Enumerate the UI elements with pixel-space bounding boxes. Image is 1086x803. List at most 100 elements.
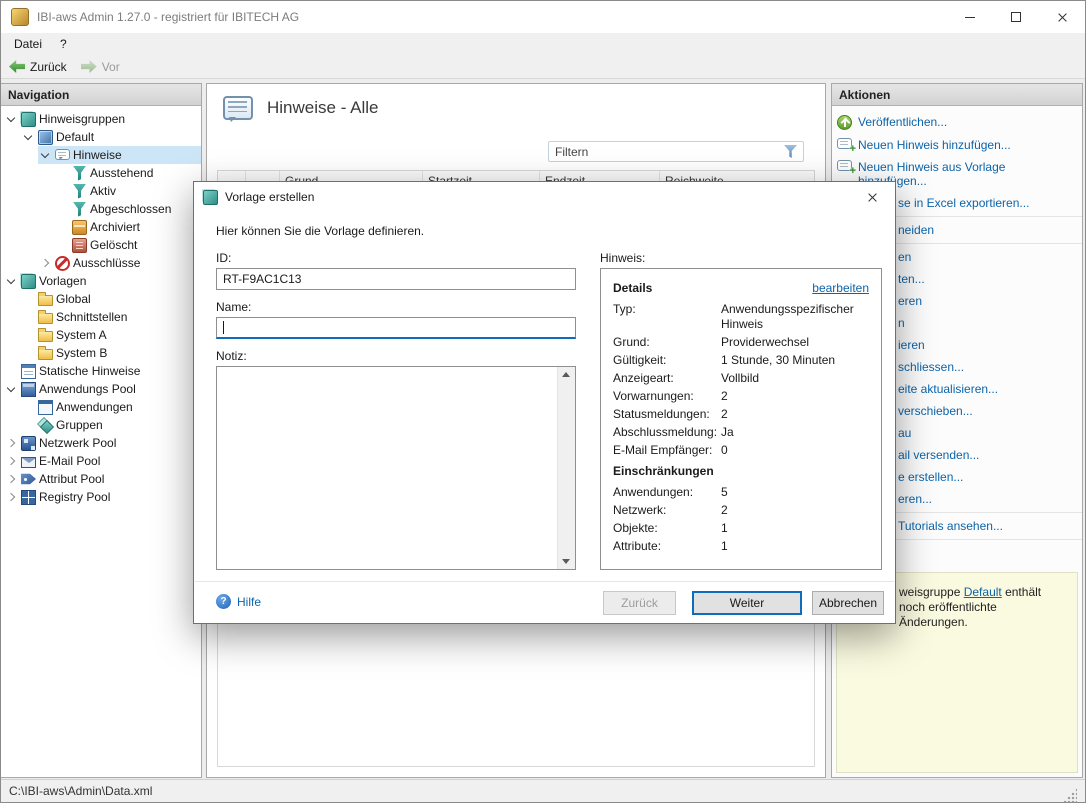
tree-item-inner: Vorlagen [4,272,201,290]
tree-item[interactable]: E-Mail Pool [1,452,201,470]
tree-item[interactable]: Schnittstellen [1,308,201,326]
chevron-icon[interactable] [55,220,69,234]
filter-funnel-icon[interactable] [784,145,797,158]
pool-icon [21,382,36,397]
chevron-right-icon[interactable] [4,436,18,450]
forward-button[interactable]: Vor [81,60,120,74]
bubble-icon [55,149,70,160]
tree-item-label: Default [56,130,94,144]
tree-item-inner: Default [21,128,201,146]
tree-item[interactable]: System B [1,344,201,362]
restriction-row-value: 5 [721,485,869,500]
tree-item-inner: Anwendungen [21,398,201,416]
note-default-link[interactable]: Default [964,585,1002,599]
back-button[interactable]: Zurück [9,60,67,74]
tree-item[interactable]: Anwendungen [1,398,201,416]
menu-help[interactable]: ? [51,34,76,54]
tree-item-label: Schnittstellen [56,310,127,324]
filter-input[interactable]: Filtern [548,141,804,162]
tree-item[interactable]: Hinweise [1,146,201,164]
action-link-partial-label: eren... [898,492,932,506]
chevron-down-icon[interactable] [4,274,18,288]
scroll-up-icon[interactable] [562,372,570,377]
details-heading: Details [613,281,652,295]
chevron-right-icon[interactable] [38,256,52,270]
detail-row-label: Grund: [613,335,721,350]
chevron-icon[interactable] [21,346,35,360]
tree-item[interactable]: Gruppen [1,416,201,434]
chevron-down-icon[interactable] [21,130,35,144]
abbrechen-button[interactable]: Abbrechen [812,591,884,615]
dialog-close-button[interactable] [850,182,895,212]
tree-item[interactable]: Ausschlüsse [1,254,201,272]
note-add-icon [837,160,852,171]
help-link[interactable]: Hilfe [216,594,261,609]
window-title: IBI-aws Admin 1.27.0 - registriert für I… [37,10,299,24]
navigation-panel: Navigation Hinweisgruppen Default [1,83,202,778]
id-input[interactable]: RT-F9AC1C13 [216,268,576,290]
tree-item[interactable]: Attribut Pool [1,470,201,488]
close-button[interactable] [1039,1,1085,33]
chevron-icon[interactable] [21,328,35,342]
chevron-icon[interactable] [21,400,35,414]
chevron-icon[interactable] [21,310,35,324]
tree-item[interactable]: Gelöscht [1,236,201,254]
chevron-icon[interactable] [55,184,69,198]
tree-item[interactable]: Archiviert [1,218,201,236]
chevron-icon[interactable] [21,292,35,306]
chevron-right-icon[interactable] [4,490,18,504]
bearbeiten-link[interactable]: bearbeiten [812,281,869,295]
action-link-partial-label: schliessen... [898,360,964,374]
tree-item[interactable]: Default [1,128,201,146]
tree-item[interactable]: Vorlagen [1,272,201,290]
resize-grip-icon[interactable] [1063,788,1077,802]
zurueck-button[interactable]: Zurück [603,591,676,615]
tree-item[interactable]: Registry Pool [1,488,201,506]
menu-datei[interactable]: Datei [5,34,51,54]
tree-item[interactable]: Statische Hinweise [1,362,201,380]
chevron-down-icon[interactable] [4,112,18,126]
tree-item[interactable]: Ausstehend [1,164,201,182]
notiz-scrollbar[interactable] [557,367,575,569]
tree-item[interactable]: System A [1,326,201,344]
name-input[interactable] [216,317,576,339]
action-link-partial-label: eren [898,294,922,308]
action-link[interactable]: Veröffentlichen... [832,111,1082,134]
tree-item-label: Ausstehend [90,166,153,180]
chevron-down-icon[interactable] [38,148,52,162]
restriction-row: Attribute: 1 [613,539,869,554]
window-controls [947,1,1085,33]
tree-item-inner: Attribut Pool [4,470,201,488]
back-button-label: Zurück [30,60,67,74]
action-link-partial-label: eite aktualisieren... [898,382,998,396]
tree-item[interactable]: Global [1,290,201,308]
tree-item-label: System B [56,346,107,360]
tree-item[interactable]: Abgeschlossen [1,200,201,218]
notiz-textarea[interactable] [216,366,576,570]
scroll-down-icon[interactable] [562,559,570,564]
minimize-button[interactable] [947,1,993,33]
chevron-down-icon[interactable] [4,382,18,396]
detail-row-value: Providerwechsel [721,335,869,350]
restriction-row-label: Attribute: [613,539,721,554]
chevron-icon[interactable] [4,364,18,378]
chevron-icon[interactable] [55,238,69,252]
tree-item[interactable]: Aktiv [1,182,201,200]
chevron-icon[interactable] [55,202,69,216]
text-caret [223,321,224,334]
action-link[interactable]: Neuen Hinweis hinzufügen... [832,134,1082,156]
chevron-icon[interactable] [21,418,35,432]
weiter-button[interactable]: Weiter [692,591,802,615]
restriction-row: Objekte: 1 [613,521,869,536]
tree-item-inner: Registry Pool [4,488,201,506]
archive-icon [72,220,87,235]
chevron-icon[interactable] [55,166,69,180]
tree-item[interactable]: Anwendungs Pool [1,380,201,398]
maximize-button[interactable] [993,1,1039,33]
folder-icon [38,331,53,342]
chevron-right-icon[interactable] [4,454,18,468]
folder-icon [38,313,53,324]
chevron-right-icon[interactable] [4,472,18,486]
tree-item[interactable]: Netzwerk Pool [1,434,201,452]
tree-item[interactable]: Hinweisgruppen [1,110,201,128]
